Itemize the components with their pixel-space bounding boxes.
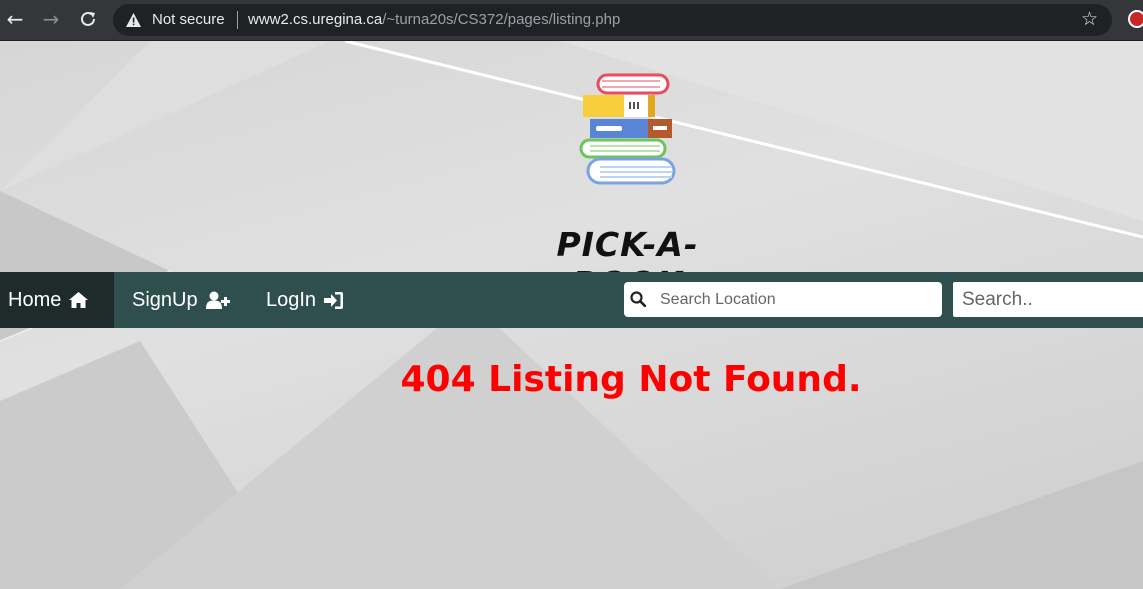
reload-icon[interactable] — [75, 6, 101, 32]
nav-signup[interactable]: SignUp — [132, 272, 230, 328]
site-logo[interactable]: PICK-A-BOOK — [520, 71, 735, 303]
security-label[interactable]: Not secure — [152, 11, 225, 28]
forward-icon[interactable]: → — [38, 6, 64, 32]
book-search[interactable] — [953, 282, 1143, 317]
extension-icon[interactable] — [1128, 10, 1143, 28]
home-icon — [69, 292, 89, 308]
search-icon — [630, 291, 646, 307]
url-text[interactable]: www2.cs.uregina.ca/~turna20s/CS372/pages… — [248, 11, 620, 28]
nav-home[interactable]: Home — [0, 272, 114, 328]
url-path: /~turna20s/CS372/pages/listing.php — [382, 11, 621, 28]
books-stack-icon — [579, 73, 676, 185]
nav-signup-label: SignUp — [132, 288, 198, 311]
url-host: www2.cs.uregina.ca — [248, 11, 383, 28]
add-user-icon — [205, 291, 230, 309]
browser-toolbar: ← → Not secure www2.cs.uregina.ca/~turna… — [0, 0, 1143, 41]
location-search-input[interactable] — [658, 287, 932, 313]
nav-login-label: LogIn — [266, 288, 317, 311]
sign-in-icon — [324, 291, 344, 309]
location-search[interactable] — [624, 282, 942, 317]
main-navbar: Home SignUp LogIn — [0, 272, 1143, 328]
nav-home-label: Home — [8, 288, 62, 311]
book-search-input[interactable] — [960, 286, 1143, 314]
address-bar[interactable]: Not secure www2.cs.uregina.ca/~turna20s/… — [113, 4, 1112, 36]
omnibox-divider — [237, 11, 238, 29]
back-icon[interactable]: ← — [2, 6, 28, 32]
page-content: PICK-A-BOOK Home SignUp LogIn — [0, 41, 1143, 589]
warning-icon — [126, 13, 141, 27]
error-message: 404 Listing Not Found. — [400, 359, 862, 400]
bookmark-star-icon[interactable]: ☆ — [1081, 8, 1098, 30]
nav-login[interactable]: LogIn — [266, 272, 344, 328]
